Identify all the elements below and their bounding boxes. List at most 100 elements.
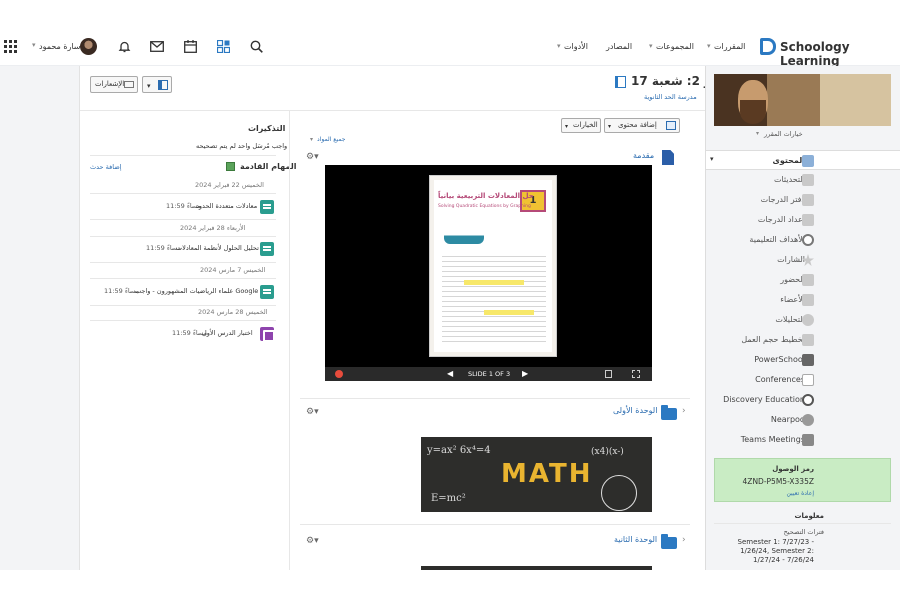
unit1-banner[interactable]: y=ax² 6x⁴=4 (x4)(x-) MATH E=mc²: [421, 437, 652, 512]
date-divider: [90, 320, 276, 321]
unit2-banner[interactable]: [421, 566, 652, 570]
grade-report-icon[interactable]: [217, 40, 230, 53]
options-label: الخيارات: [573, 121, 598, 129]
item-divider: [90, 262, 276, 263]
sidebar-item-teams[interactable]: Teams Meetings: [706, 430, 900, 450]
options-button[interactable]: ▾ الخيارات: [561, 118, 601, 133]
all-materials-label: جميع المواد: [317, 136, 346, 143]
schoology-logo-icon[interactable]: [760, 38, 776, 55]
sidebar-item-members[interactable]: الأعضاء: [706, 290, 900, 310]
sidebar-item-badges[interactable]: الشارات: [706, 250, 900, 270]
gear-icon[interactable]: ⚙▾: [306, 152, 319, 162]
fullscreen-icon[interactable]: [632, 370, 640, 378]
unit1-title-link[interactable]: الوحدة الأولى: [613, 406, 657, 415]
chevron-down-icon: ▾: [710, 155, 714, 163]
teams-icon: [802, 434, 814, 446]
folder-icon: [661, 534, 677, 549]
apps-grid-icon[interactable]: [4, 40, 17, 53]
all-materials-filter[interactable]: ▾ جميع المواد: [310, 136, 380, 146]
user-menu[interactable]: ▾ سارة محمود: [32, 38, 100, 56]
sidebar-item-gradebook[interactable]: دفتر الدرجات: [706, 190, 900, 210]
chevron-right-icon[interactable]: ›: [682, 406, 686, 416]
chevron-down-icon: ▾: [756, 130, 760, 137]
access-code-reset-link[interactable]: إعادة تعيين: [786, 490, 814, 497]
banner-math-text: MATH: [501, 459, 593, 489]
calendar-icon[interactable]: [184, 40, 197, 53]
add-event-link[interactable]: إضافة حدث: [90, 163, 122, 171]
view-toggle-button[interactable]: ▾: [142, 76, 172, 93]
mail-icon[interactable]: [150, 41, 164, 52]
members-icon: [802, 294, 814, 306]
next-slide-button[interactable]: ▶: [522, 369, 528, 378]
nav-groups[interactable]: ▾ المجموعات: [649, 42, 697, 54]
course-options-menu[interactable]: ▾ خيارات المقرر: [756, 130, 846, 140]
nav-tools-label: الأدوات: [564, 42, 588, 51]
gear-icon[interactable]: ⚙▾: [306, 407, 319, 417]
grading-periods-value: Semester 1: 7/27/23 - 1/26/24, Semester …: [737, 538, 814, 564]
course-image[interactable]: [714, 74, 891, 126]
search-icon[interactable]: [250, 40, 263, 53]
access-code-value[interactable]: 4ZND-P5M5-X335Z: [743, 477, 814, 486]
upcoming-date: الخميس 7 مارس 2024: [200, 266, 266, 274]
chevron-down-icon: ▾: [557, 42, 561, 50]
updates-icon: [802, 174, 814, 186]
chevron-down-icon: ▾: [565, 123, 569, 130]
access-code-box: رمز الوصول 4ZND-P5M5-X335Z إعادة تعيين: [714, 458, 891, 502]
layout-menu-icon[interactable]: [605, 370, 612, 378]
sidebar-item-attendance[interactable]: الحضور: [706, 270, 900, 290]
assignment-icon: [260, 200, 274, 214]
sidebar-item-label: Discovery Education: [723, 395, 805, 404]
sidebar-item-grade-setup[interactable]: إعداد الدرجات: [706, 210, 900, 230]
calendar-flag-icon: [226, 162, 235, 171]
slide-page-inner: 1 حل المعادلات التربيعية بيانياً Solving…: [434, 180, 552, 352]
objectives-icon: [802, 234, 814, 246]
sidebar-item-updates[interactable]: التحديثات: [706, 170, 900, 190]
nav-resources[interactable]: المصادر: [606, 42, 632, 51]
chevron-right-icon[interactable]: ›: [682, 535, 686, 545]
reminders-divider: [90, 155, 276, 156]
unit2-title-link[interactable]: الوحدة الثانية: [614, 535, 657, 544]
intro-title-link[interactable]: مقدمة: [633, 151, 654, 160]
upcoming-item-4[interactable]: 11:59 مساءً اختبار الدرس الأول: [90, 326, 276, 342]
layout-icon: [158, 80, 168, 90]
bell-icon[interactable]: [118, 40, 131, 53]
circle-drawing: [601, 475, 637, 511]
upcoming-item-1[interactable]: 11:59 مساءً معادلات متعددة الحدود: [90, 199, 276, 215]
folder-icon: [661, 405, 677, 420]
sidebar-item-conferences[interactable]: Conferences: [706, 370, 900, 390]
nav-tools[interactable]: ▾ الأدوات: [557, 42, 591, 54]
slide-highlight: [484, 310, 534, 315]
info-title: معلومات: [794, 512, 824, 520]
grading-periods-label: فترات التصحيح: [783, 528, 824, 536]
sidebar-item-label: المحتوى: [772, 156, 806, 165]
page-footer: [0, 570, 900, 600]
add-content-button[interactable]: ▾ إضافة محتوى: [604, 118, 680, 133]
course-school-link[interactable]: مدرسة الحد الثانوية: [644, 93, 697, 101]
sidebar-item-workload[interactable]: تخطيط حجم العمل: [706, 330, 900, 350]
chevron-down-icon: ▾: [608, 123, 612, 130]
upcoming-date: الخميس 22 فبراير 2024: [195, 181, 264, 189]
gear-icon[interactable]: ⚙▾: [306, 536, 319, 546]
notifications-button[interactable]: الإشعارات: [90, 76, 138, 93]
sidebar-item-objectives[interactable]: الأهداف التعليمية: [706, 230, 900, 250]
sidebar-item-content[interactable]: ▾ المحتوى: [706, 150, 900, 170]
upcoming-item-2[interactable]: 11:59 مساءً تحليل الحلول لأنظمة المعادلا…: [90, 241, 276, 257]
slide-viewer[interactable]: 1 حل المعادلات التربيعية بيانياً Solving…: [325, 165, 652, 381]
avatar: [80, 38, 97, 55]
sidebar-item-label: إعداد الدرجات: [757, 215, 805, 224]
access-code-title: رمز الوصول: [772, 465, 814, 473]
sidebar-item-analytics[interactable]: التحليلات: [706, 310, 900, 330]
sidebar-item-label: دفتر الدرجات: [760, 195, 805, 204]
sidebar-item-nearpod[interactable]: Nearpod: [706, 410, 900, 430]
prev-slide-button[interactable]: ◀: [447, 369, 453, 378]
upcoming-title: المهام القادمة: [240, 162, 297, 171]
add-content-label: إضافة محتوى: [618, 121, 657, 129]
sidebar-item-discovery[interactable]: Discovery Education: [706, 390, 900, 410]
reminders-subtitle[interactable]: واجب مُرسَل واحد لم يتم تصحيحه: [196, 142, 287, 150]
nav-courses[interactable]: ▾ المقررات: [707, 42, 747, 54]
record-icon[interactable]: [335, 370, 343, 378]
upcoming-item-3[interactable]: 11:59 مساءً علماء الرياضيات المشهورون - …: [90, 284, 276, 300]
chevron-down-icon: ▾: [707, 42, 711, 50]
sidebar-item-powerschool[interactable]: PowerSchool: [706, 350, 900, 370]
app-name[interactable]: Schoology Learning: [780, 40, 900, 68]
